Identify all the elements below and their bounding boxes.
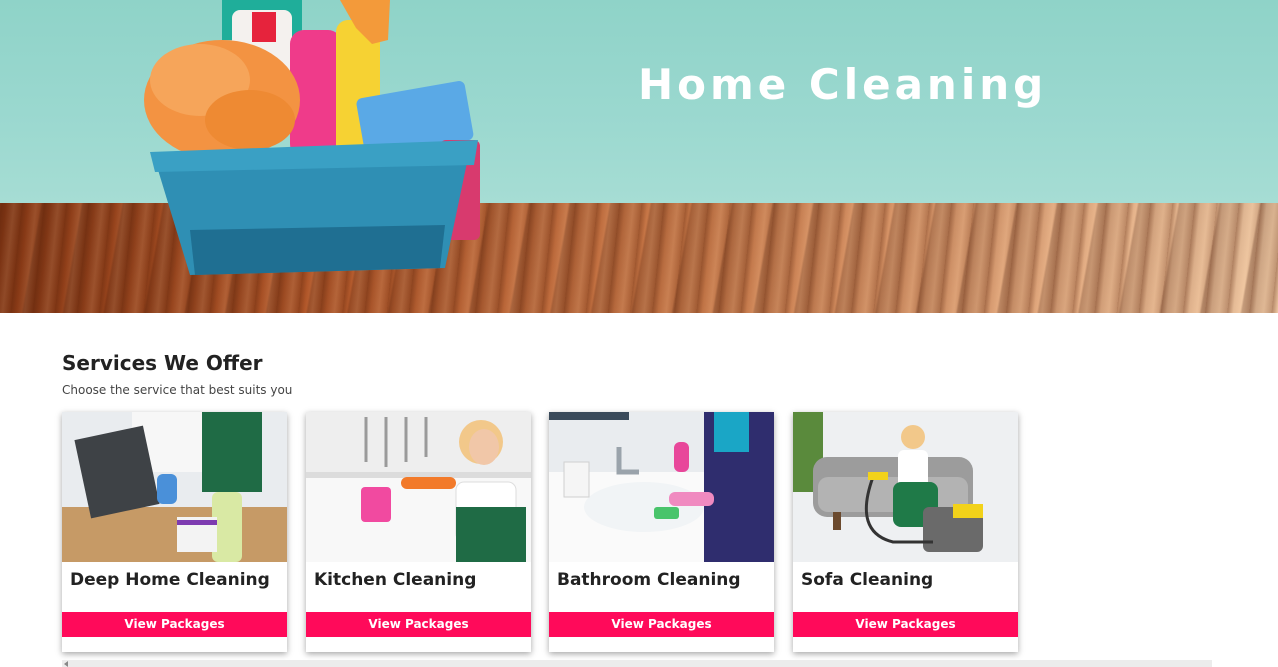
card-title: Deep Home Cleaning [70, 570, 270, 590]
card-title: Kitchen Cleaning [314, 570, 477, 590]
scroll-left-icon[interactable] [64, 661, 68, 667]
card-title: Bathroom Cleaning [557, 570, 741, 590]
hero-title: Home Cleaning [638, 60, 1048, 109]
view-packages-button[interactable]: View Packages [549, 612, 774, 637]
view-packages-button[interactable]: View Packages [793, 612, 1018, 637]
kitchen-cleaning-image [306, 412, 531, 562]
cleaning-supplies-bucket-image [144, 0, 480, 275]
section-title: Services We Offer [62, 351, 263, 375]
hero-banner: Home Cleaning [0, 0, 1278, 313]
service-card-deep-home-cleaning[interactable]: Deep Home Cleaning View Packages [62, 412, 287, 652]
service-card-kitchen-cleaning[interactable]: Kitchen Cleaning View Packages [306, 412, 531, 652]
view-packages-button[interactable]: View Packages [62, 612, 287, 637]
horizontal-scrollbar[interactable] [62, 660, 1212, 667]
desk-cleaning-image [62, 412, 287, 562]
service-card-sofa-cleaning[interactable]: Sofa Cleaning View Packages [793, 412, 1018, 652]
view-packages-button[interactable]: View Packages [306, 612, 531, 637]
service-card-bathroom-cleaning[interactable]: Bathroom Cleaning View Packages [549, 412, 774, 652]
section-subtitle: Choose the service that best suits you [62, 383, 293, 397]
sofa-vacuum-image [793, 412, 1018, 562]
service-cards: Deep Home Cleaning View Packages Kitchen [62, 412, 1062, 652]
sink-cleaning-image [549, 412, 774, 562]
card-title: Sofa Cleaning [801, 570, 934, 590]
